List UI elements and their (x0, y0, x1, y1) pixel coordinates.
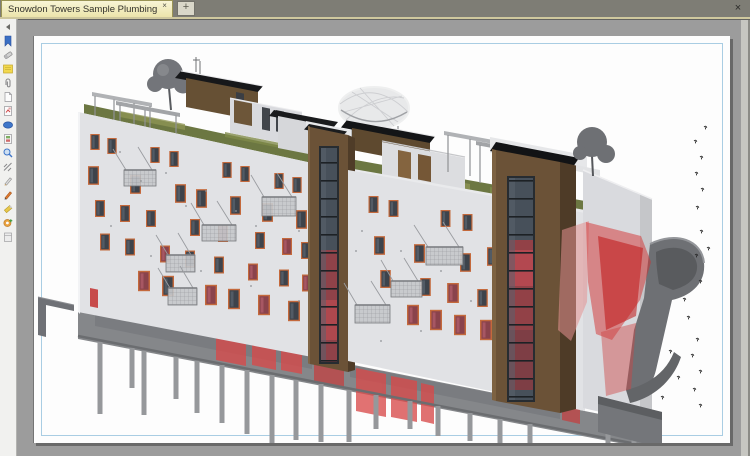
page-tool-icon[interactable] (2, 90, 15, 103)
pencil-tool-icon[interactable] (2, 174, 15, 187)
markup-page-tool-icon[interactable] (2, 104, 15, 117)
canvas-right-strip (741, 20, 748, 456)
pen-tool-icon[interactable] (2, 188, 15, 201)
cloud-tool-icon[interactable] (2, 118, 15, 131)
model-3d-view[interactable]: .cable{stroke:#9a9ca0;stroke-width:0.9;f… (34, 36, 730, 443)
section-cut-fragment (38, 297, 74, 337)
attachment-tool-icon[interactable] (2, 76, 15, 89)
measure-tool-icon[interactable] (2, 160, 15, 173)
stamp-tool-icon[interactable] (2, 132, 15, 145)
sheet: .cable{stroke:#9a9ca0;stroke-width:0.9;f… (33, 36, 730, 443)
tab-bar: Snowdon Towers Sample Plumbing × + × (0, 0, 750, 17)
bookmark-tool-icon[interactable] (2, 34, 15, 47)
template-tool-icon[interactable] (2, 230, 15, 243)
tab-title: Snowdon Towers Sample Plumbing (8, 4, 157, 15)
zoom-tool-icon[interactable] (2, 146, 15, 159)
color-tool-icon[interactable] (2, 216, 15, 229)
eraser-tool-icon[interactable] (2, 48, 15, 61)
tab-close-icon[interactable]: × (162, 2, 167, 10)
new-tab-button[interactable]: + (177, 1, 195, 16)
highlighter-tool-icon[interactable] (2, 202, 15, 215)
markup-toolbar (0, 19, 17, 456)
collapse-toolbar-icon[interactable] (6, 24, 10, 30)
sticky-note-tool-icon[interactable] (2, 62, 15, 75)
document-canvas[interactable]: .cable{stroke:#9a9ca0;stroke-width:0.9;f… (18, 19, 750, 456)
stair-tower-west (304, 121, 355, 372)
document-tab[interactable]: Snowdon Towers Sample Plumbing × (1, 0, 173, 17)
window-close-button[interactable]: × (731, 2, 745, 15)
